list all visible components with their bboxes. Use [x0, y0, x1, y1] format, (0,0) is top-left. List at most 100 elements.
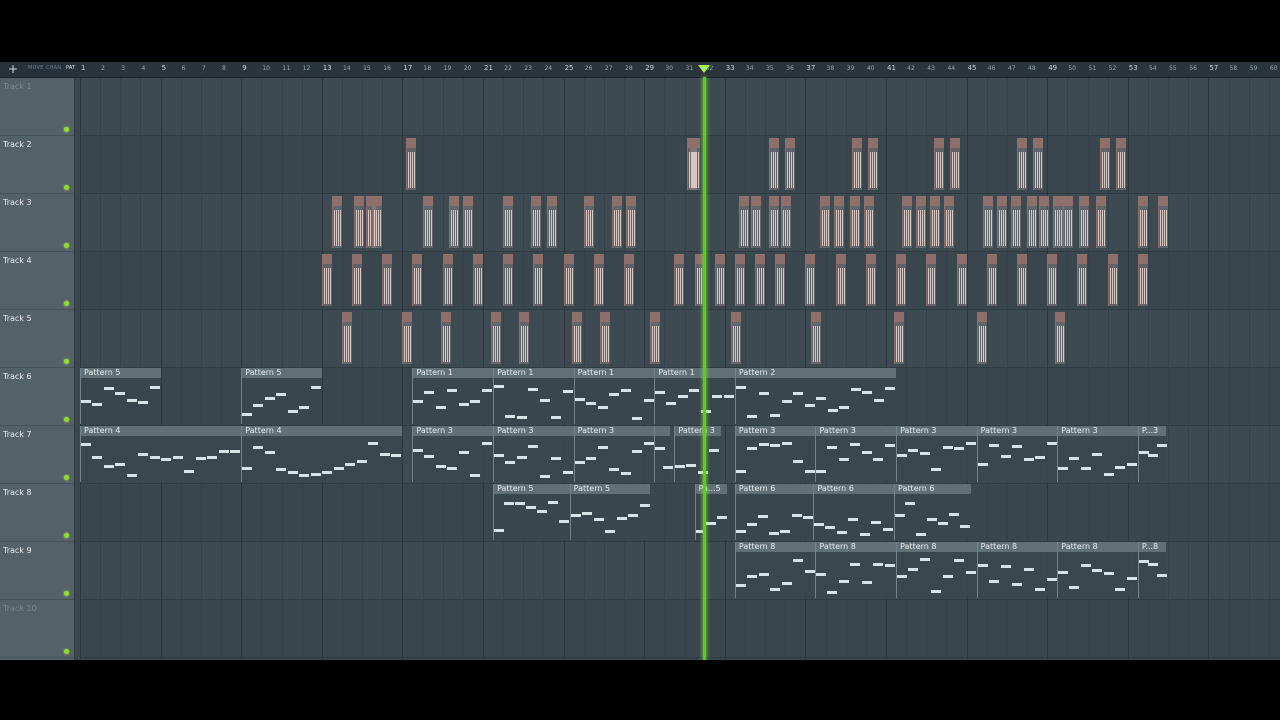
audio-clip-header[interactable]: [852, 138, 862, 148]
audio-clip-header[interactable]: [584, 196, 594, 206]
track-enable-led[interactable]: [64, 301, 69, 306]
audio-clip[interactable]: [916, 196, 927, 248]
audio-clip-header[interactable]: [690, 138, 700, 148]
audio-clip-header[interactable]: [895, 312, 905, 322]
audio-clip[interactable]: [902, 196, 913, 248]
pattern-clip[interactable]: Pattern 4: [80, 426, 242, 482]
pattern-clip-header[interactable]: Pattern 3: [977, 426, 1058, 436]
track-header[interactable]: Track 2: [0, 136, 74, 194]
pattern-clip[interactable]: P...8: [1137, 542, 1167, 598]
pattern-clip[interactable]: Pattern 6: [894, 484, 971, 540]
audio-clip-header[interactable]: [987, 254, 997, 264]
track-enable-led[interactable]: [64, 417, 69, 422]
audio-clip[interactable]: [849, 196, 860, 248]
audio-clip[interactable]: [321, 254, 332, 306]
audio-clip-header[interactable]: [751, 196, 761, 206]
audio-clip[interactable]: [472, 254, 483, 306]
audio-clip-header[interactable]: [534, 254, 544, 264]
audio-clip-header[interactable]: [931, 196, 941, 206]
audio-clip-header[interactable]: [1080, 196, 1090, 206]
audio-clip[interactable]: [503, 254, 514, 306]
audio-clip-header[interactable]: [951, 138, 961, 148]
audio-clip[interactable]: [755, 254, 766, 306]
track-header[interactable]: Track 1: [0, 78, 74, 136]
tool-chan[interactable]: CHAN: [46, 65, 61, 71]
audio-clip[interactable]: [491, 312, 502, 364]
pattern-clip[interactable]: Pattern 8: [896, 542, 977, 598]
audio-clip[interactable]: [519, 312, 530, 364]
audio-clip-header[interactable]: [1017, 138, 1027, 148]
audio-clip[interactable]: [462, 196, 473, 248]
audio-clip-header[interactable]: [786, 138, 796, 148]
audio-clip-header[interactable]: [504, 196, 514, 206]
audio-clip[interactable]: [865, 254, 876, 306]
audio-clip-header[interactable]: [572, 312, 582, 322]
pattern-clip-header[interactable]: Pattern 6: [814, 484, 895, 494]
audio-clip-header[interactable]: [836, 254, 846, 264]
audio-clip[interactable]: [769, 138, 780, 190]
pattern-clip-header[interactable]: Pattern 1: [655, 368, 735, 378]
audio-clip-header[interactable]: [407, 138, 417, 148]
pattern-clip-header[interactable]: Pattern 8: [1058, 542, 1138, 552]
pattern-clip-header[interactable]: Pattern 3: [735, 426, 816, 436]
track-enable-led[interactable]: [64, 243, 69, 248]
audio-clip[interactable]: [1095, 196, 1106, 248]
audio-clip-header[interactable]: [1034, 138, 1044, 148]
track-header[interactable]: Track 6: [0, 368, 74, 426]
pattern-clip[interactable]: Pattern 5: [80, 368, 161, 424]
track-lane[interactable]: [80, 78, 1280, 136]
audio-clip-header[interactable]: [866, 254, 876, 264]
pattern-clip[interactable]: Pattern 1: [412, 368, 494, 424]
audio-clip[interactable]: [1115, 138, 1126, 190]
audio-clip-header[interactable]: [731, 312, 741, 322]
audio-clip[interactable]: [1077, 254, 1088, 306]
audio-clip[interactable]: [563, 254, 574, 306]
audio-clip[interactable]: [674, 254, 685, 306]
audio-clip-header[interactable]: [449, 196, 459, 206]
audio-clip-header[interactable]: [473, 254, 483, 264]
pattern-clip-header[interactable]: Pattern 2: [735, 368, 897, 378]
audio-clip-header[interactable]: [373, 196, 383, 206]
audio-clip-header[interactable]: [977, 312, 987, 322]
track-enable-led[interactable]: [64, 359, 69, 364]
pattern-clip[interactable]: Pattern 3: [674, 426, 721, 482]
pattern-clip[interactable]: Pattern 1: [573, 368, 655, 424]
audio-clip[interactable]: [734, 254, 745, 306]
audio-clip[interactable]: [738, 196, 749, 248]
audio-clip[interactable]: [1063, 196, 1074, 248]
pattern-clip-header[interactable]: Pattern 6: [735, 484, 814, 494]
audio-clip-header[interactable]: [935, 138, 945, 148]
audio-clip[interactable]: [1039, 196, 1050, 248]
audio-clip-header[interactable]: [675, 254, 685, 264]
audio-clip[interactable]: [833, 196, 844, 248]
pattern-clip[interactable]: Pattern 2: [734, 368, 897, 424]
audio-clip-header[interactable]: [564, 254, 574, 264]
pattern-clip[interactable]: Pattern 4: [241, 426, 403, 482]
audio-clip[interactable]: [382, 254, 393, 306]
pattern-clip[interactable]: Pattern 3: [734, 426, 816, 482]
audio-clip[interactable]: [571, 312, 582, 364]
audio-clip-header[interactable]: [1054, 196, 1064, 206]
pattern-clip-header[interactable]: Pattern 6: [895, 484, 971, 494]
pattern-clip-header[interactable]: Pattern 3: [574, 426, 655, 436]
audio-clip-header[interactable]: [1056, 312, 1066, 322]
audio-clip-header[interactable]: [1108, 254, 1118, 264]
audio-clip-header[interactable]: [864, 196, 874, 206]
audio-clip[interactable]: [650, 312, 661, 364]
audio-clip-header[interactable]: [897, 254, 907, 264]
pattern-clip-header[interactable]: Pattern 4: [81, 426, 242, 436]
audio-clip-header[interactable]: [917, 196, 927, 206]
audio-clip[interactable]: [593, 254, 604, 306]
audio-clip[interactable]: [1137, 196, 1148, 248]
audio-clip-header[interactable]: [1017, 254, 1027, 264]
pattern-clip-header[interactable]: Pattern 8: [735, 542, 816, 552]
audio-clip[interactable]: [926, 254, 937, 306]
audio-clip-header[interactable]: [625, 254, 635, 264]
track-lane[interactable]: [80, 484, 1280, 542]
audio-clip-header[interactable]: [997, 196, 1007, 206]
pattern-clip-header[interactable]: Pa...5: [695, 484, 727, 494]
audio-clip-header[interactable]: [820, 196, 830, 206]
track-header[interactable]: Track 3: [0, 194, 74, 252]
add-icon[interactable]: +: [6, 62, 20, 76]
audio-clip[interactable]: [934, 138, 945, 190]
